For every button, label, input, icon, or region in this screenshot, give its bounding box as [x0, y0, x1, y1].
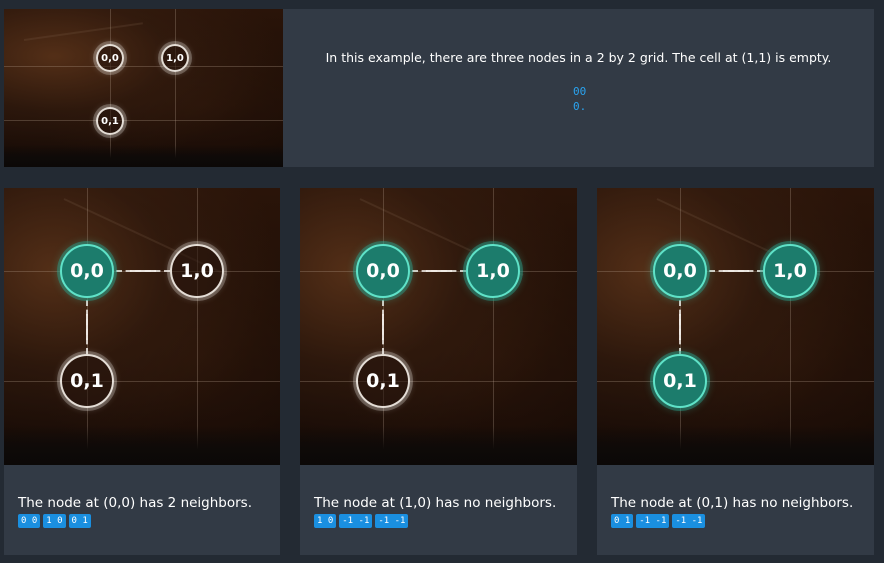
example-card-3: 0,0 1,0 0,1 The node at (0,1) has no nei… [597, 188, 874, 555]
example-card-2: 0,0 1,0 0,1 The node at (1,0) has no nei… [300, 188, 577, 555]
coordinate-chip: -1 -1 [672, 514, 706, 528]
coordinate-chip: 1 0 [314, 514, 337, 528]
grid-code-line: 00 [573, 85, 587, 98]
card-2-scene: 0,0 1,0 0,1 [300, 188, 577, 465]
card-1-node-0-0: 0,0 [60, 244, 114, 298]
edge-0-0-to-0-1 [86, 300, 88, 354]
card-1-chips: 0 0 1 0 0 1 [18, 514, 91, 528]
intro-panel: 0,0 1,0 0,1 In this example, there are t… [4, 9, 874, 167]
grid-code-block: 00 0. [573, 84, 586, 114]
intro-scene: 0,0 1,0 0,1 [4, 9, 283, 167]
intro-node-1-0: 1,0 [161, 44, 189, 72]
card-1-node-1-0: 1,0 [170, 244, 224, 298]
card-2-node-0-0: 0,0 [356, 244, 410, 298]
card-3-node-1-0: 1,0 [763, 244, 817, 298]
coordinate-chip: 0 1 [68, 514, 91, 528]
edge-0-0-to-0-1 [382, 300, 384, 354]
card-3-node-0-0: 0,0 [653, 244, 707, 298]
card-3-chips: 0 1 -1 -1 -1 -1 [611, 514, 706, 528]
edge-0-0-to-1-0 [709, 270, 763, 272]
card-1-caption: The node at (0,0) has 2 neighbors. [18, 495, 253, 511]
coordinate-chip: -1 -1 [339, 514, 373, 528]
edge-0-0-to-1-0 [412, 270, 466, 272]
intro-description: In this example, there are three nodes i… [325, 50, 832, 65]
coordinate-chip: -1 -1 [636, 514, 670, 528]
edge-0-0-to-1-0 [116, 270, 170, 272]
card-2-node-1-0: 1,0 [466, 244, 520, 298]
card-1-node-0-1: 0,1 [60, 354, 114, 408]
card-3-node-0-1: 0,1 [653, 354, 707, 408]
card-3-caption: The node at (0,1) has no neighbors. [611, 495, 854, 511]
card-3-scene: 0,0 1,0 0,1 [597, 188, 874, 465]
intro-node-0-1: 0,1 [96, 107, 124, 135]
coordinate-chip: 0 0 [18, 514, 41, 528]
card-1-scene: 0,0 1,0 0,1 [4, 188, 280, 465]
grid-code-line: 0. [573, 100, 587, 113]
edge-0-0-to-0-1 [679, 300, 681, 354]
card-2-node-0-1: 0,1 [356, 354, 410, 408]
card-2-chips: 1 0 -1 -1 -1 -1 [314, 514, 409, 528]
card-2-caption: The node at (1,0) has no neighbors. [314, 495, 557, 511]
intro-node-0-0: 0,0 [96, 44, 124, 72]
intro-text-area: In this example, there are three nodes i… [283, 9, 874, 167]
coordinate-chip: -1 -1 [375, 514, 409, 528]
coordinate-chip: 0 1 [611, 514, 634, 528]
coordinate-chip: 1 0 [43, 514, 66, 528]
example-card-1: 0,0 1,0 0,1 The node at (0,0) has 2 neig… [4, 188, 280, 555]
